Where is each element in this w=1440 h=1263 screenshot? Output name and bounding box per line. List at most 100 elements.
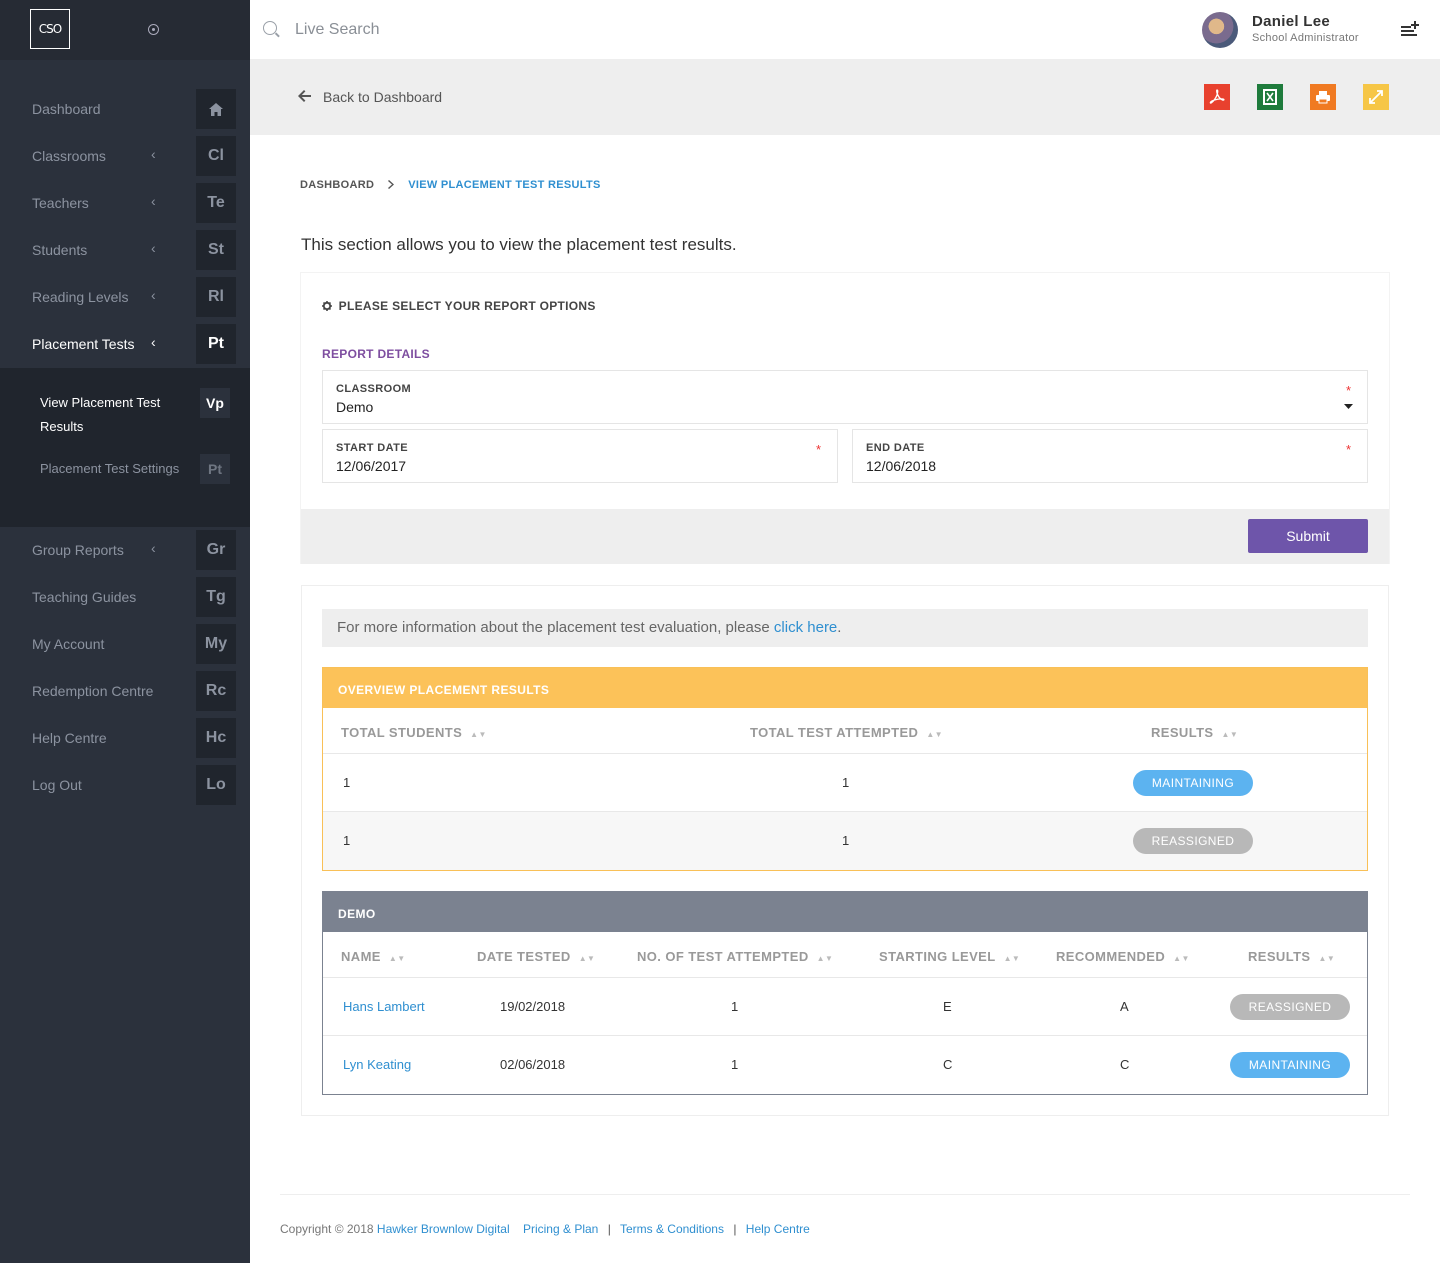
column-header-results[interactable]: RESULTS ▲▼	[1151, 725, 1238, 740]
column-header-date-tested[interactable]: DATE TESTED ▲▼	[477, 949, 595, 964]
search-input[interactable]	[295, 18, 595, 42]
sidebar-subnav: View Placement Test Results Vp Placement…	[0, 368, 250, 527]
footer-pricing-link[interactable]: Pricing & Plan	[523, 1222, 598, 1236]
sidebar-subitem-view-results[interactable]: View Placement Test Results	[40, 391, 180, 439]
sidebar-item-label: My Account	[32, 636, 105, 652]
print-icon[interactable]	[1310, 84, 1336, 110]
sidebar-item-reading-levels[interactable]: Reading Levels ‹ Rl	[0, 274, 250, 321]
submit-button[interactable]: Submit	[1248, 519, 1368, 553]
column-header-name[interactable]: NAME ▲▼	[341, 949, 406, 964]
excel-icon[interactable]	[1257, 84, 1283, 110]
sidebar-toggle-icon[interactable]	[148, 24, 159, 35]
sidebar-item-teachers[interactable]: Teachers ‹ Te	[0, 180, 250, 227]
sidebar-item-label: Reading Levels	[32, 289, 129, 305]
sidebar-item-label: Redemption Centre	[32, 683, 154, 699]
sidebar-item-dashboard[interactable]: Dashboard	[0, 86, 250, 133]
end-date-value: 12/06/2018	[866, 458, 937, 474]
start-date-label: START DATE	[336, 442, 409, 454]
sort-icon: ▲▼	[1318, 954, 1336, 963]
info-bar: For more information about the placement…	[322, 609, 1368, 647]
page-header: Back to Dashboard	[250, 60, 1440, 135]
sort-icon: ▲▼	[816, 954, 834, 963]
sidebar-item-abbr: Rl	[196, 277, 236, 317]
chevron-left-icon: ‹	[151, 540, 156, 556]
user-role: School Administrator	[1252, 32, 1359, 44]
overview-table: OVERVIEW PLACEMENT RESULTS TOTAL STUDENT…	[322, 667, 1368, 871]
sort-icon: ▲▼	[470, 730, 487, 739]
sidebar-item-group-reports[interactable]: Group Reports ‹ Gr	[0, 527, 250, 574]
table-row: Hans Lambert 19/02/2018 1 E A REASSIGNED	[323, 978, 1367, 1036]
sidebar-item-abbr: Tg	[196, 577, 236, 617]
page-intro: This section allows you to view the plac…	[301, 235, 737, 254]
classroom-value: Demo	[336, 399, 374, 415]
column-header-attempted[interactable]: NO. OF TEST ATTEMPTED ▲▼	[637, 949, 833, 964]
column-header-results[interactable]: RESULTS ▲▼	[1248, 949, 1335, 964]
column-header-total-students[interactable]: TOTAL STUDENTS ▲▼	[341, 725, 487, 740]
caret-down-icon	[1344, 401, 1353, 412]
column-header-total-attempted[interactable]: TOTAL TEST ATTEMPTED ▲▼	[750, 725, 943, 740]
sort-icon: ▲▼	[1003, 954, 1021, 963]
sidebar-subitem-settings[interactable]: Placement Test Settings	[40, 457, 180, 481]
sidebar-item-abbr: Pt	[196, 324, 236, 364]
menu-add-icon[interactable]	[1400, 20, 1420, 40]
demo-title: DEMO	[323, 892, 1367, 932]
classroom-select[interactable]: CLASSROOM Demo *	[322, 370, 1368, 424]
sidebar-item-my-account[interactable]: My Account My	[0, 621, 250, 668]
student-name-link[interactable]: Lyn Keating	[343, 1057, 411, 1072]
footer-help-link[interactable]: Help Centre	[746, 1222, 810, 1236]
sort-icon: ▲▼	[1173, 954, 1190, 963]
sidebar-item-label: Teaching Guides	[32, 589, 137, 605]
breadcrumb-home[interactable]: DASHBOARD	[300, 179, 374, 191]
sidebar-item-classrooms[interactable]: Classrooms ‹ Cl	[0, 133, 250, 180]
footer-company-link[interactable]: Hawker Brownlow Digital	[377, 1222, 510, 1236]
breadcrumb-current: VIEW PLACEMENT TEST RESULTS	[408, 179, 601, 191]
column-header-starting-level[interactable]: STARTING LEVEL ▲▼	[879, 949, 1020, 964]
chevron-right-icon	[388, 178, 395, 192]
sidebar-item-help-centre[interactable]: Help Centre Hc	[0, 715, 250, 762]
start-date-field[interactable]: START DATE 12/06/2017 *	[322, 429, 838, 483]
table-row: 1 1 REASSIGNED	[323, 812, 1367, 870]
cell-total-students: 1	[343, 775, 351, 790]
sidebar: CSO Dashboard Classrooms ‹ Cl Teachers ‹…	[0, 0, 250, 1263]
sidebar-item-teaching-guides[interactable]: Teaching Guides Tg	[0, 574, 250, 621]
cell-starting-level: E	[943, 999, 952, 1014]
chevron-left-icon: ‹	[151, 146, 156, 162]
sort-icon: ▲▼	[926, 730, 943, 739]
required-mark: *	[1345, 442, 1351, 457]
info-text: For more information about the placement…	[337, 619, 774, 636]
back-label: Back to Dashboard	[323, 89, 443, 105]
sidebar-item-placement-tests[interactable]: Placement Tests ‹ Pt	[0, 321, 250, 368]
sidebar-item-abbr: St	[196, 230, 236, 270]
sidebar-item-abbr: Lo	[196, 765, 236, 805]
sidebar-item-log-out[interactable]: Log Out Lo	[0, 762, 250, 809]
sidebar-item-abbr: Cl	[196, 136, 236, 176]
submit-bar: Submit	[301, 509, 1389, 564]
expand-icon[interactable]	[1363, 84, 1389, 110]
table-row: Lyn Keating 02/06/2018 1 C C MAINTAINING	[323, 1036, 1367, 1094]
breadcrumb: DASHBOARD VIEW PLACEMENT TEST RESULTS	[300, 178, 601, 192]
results-panel: For more information about the placement…	[301, 585, 1389, 1116]
back-to-dashboard-link[interactable]: Back to Dashboard	[298, 89, 442, 105]
end-date-field[interactable]: END DATE 12/06/2018 *	[852, 429, 1368, 483]
sidebar-item-label: Placement Tests	[32, 336, 135, 352]
classroom-label: CLASSROOM	[336, 383, 412, 395]
click-here-link[interactable]: click here	[774, 619, 837, 636]
end-date-label: END DATE	[866, 442, 925, 454]
required-mark: *	[815, 442, 821, 457]
cell-total-attempted: 1	[842, 775, 850, 790]
student-name-link[interactable]: Hans Lambert	[343, 999, 425, 1014]
sidebar-item-students[interactable]: Students ‹ St	[0, 227, 250, 274]
start-date-value: 12/06/2017	[336, 458, 407, 474]
gear-icon	[322, 300, 332, 314]
pdf-icon[interactable]	[1204, 84, 1230, 110]
sidebar-item-abbr: Gr	[196, 530, 236, 570]
chevron-left-icon: ‹	[151, 287, 156, 303]
main-content: DASHBOARD VIEW PLACEMENT TEST RESULTS Th…	[250, 135, 1440, 1263]
user-name[interactable]: Daniel Lee	[1252, 13, 1330, 30]
sidebar-item-redemption-centre[interactable]: Redemption Centre Rc	[0, 668, 250, 715]
footer-terms-link[interactable]: Terms & Conditions	[620, 1222, 724, 1236]
status-badge: REASSIGNED	[1230, 994, 1350, 1020]
avatar[interactable]	[1202, 12, 1238, 48]
column-header-recommended[interactable]: RECOMMENDED ▲▼	[1056, 949, 1190, 964]
app-logo[interactable]: CSO	[30, 9, 70, 49]
